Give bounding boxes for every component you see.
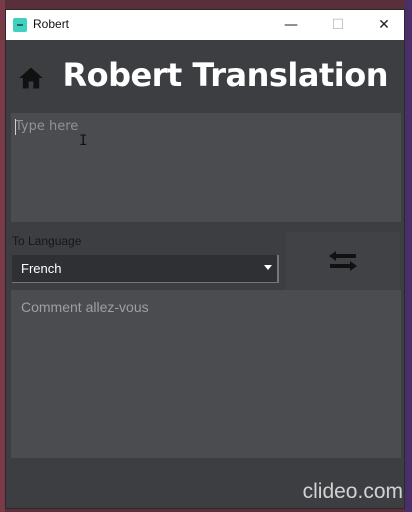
dropdown-arrow-icon bbox=[264, 265, 272, 270]
ibeam-cursor-icon: I bbox=[79, 133, 88, 149]
home-icon[interactable] bbox=[17, 64, 45, 92]
language-selected-value: French bbox=[21, 261, 62, 276]
translation-output: Comment allez-vous bbox=[11, 290, 401, 458]
app-title: Robert Translation bbox=[62, 56, 388, 94]
maximize-button[interactable]: ☐ bbox=[315, 10, 361, 40]
swap-arrows-icon bbox=[329, 251, 357, 271]
window-title: Robert bbox=[33, 17, 70, 31]
title-bar[interactable]: Robert — ☐ ✕ bbox=[6, 10, 404, 40]
app-icon bbox=[13, 18, 27, 32]
watermark: clideo.com bbox=[302, 480, 403, 503]
text-caret bbox=[15, 119, 16, 135]
to-language-label: To Language bbox=[12, 234, 82, 248]
minimize-button[interactable]: — bbox=[268, 10, 314, 40]
close-button[interactable]: ✕ bbox=[361, 10, 404, 40]
app-window: Robert — ☐ ✕ Robert Translation I To Lan… bbox=[5, 9, 405, 509]
swap-languages-button[interactable] bbox=[286, 232, 400, 292]
language-dropdown[interactable]: French bbox=[12, 255, 279, 283]
source-text-input[interactable] bbox=[11, 113, 401, 222]
